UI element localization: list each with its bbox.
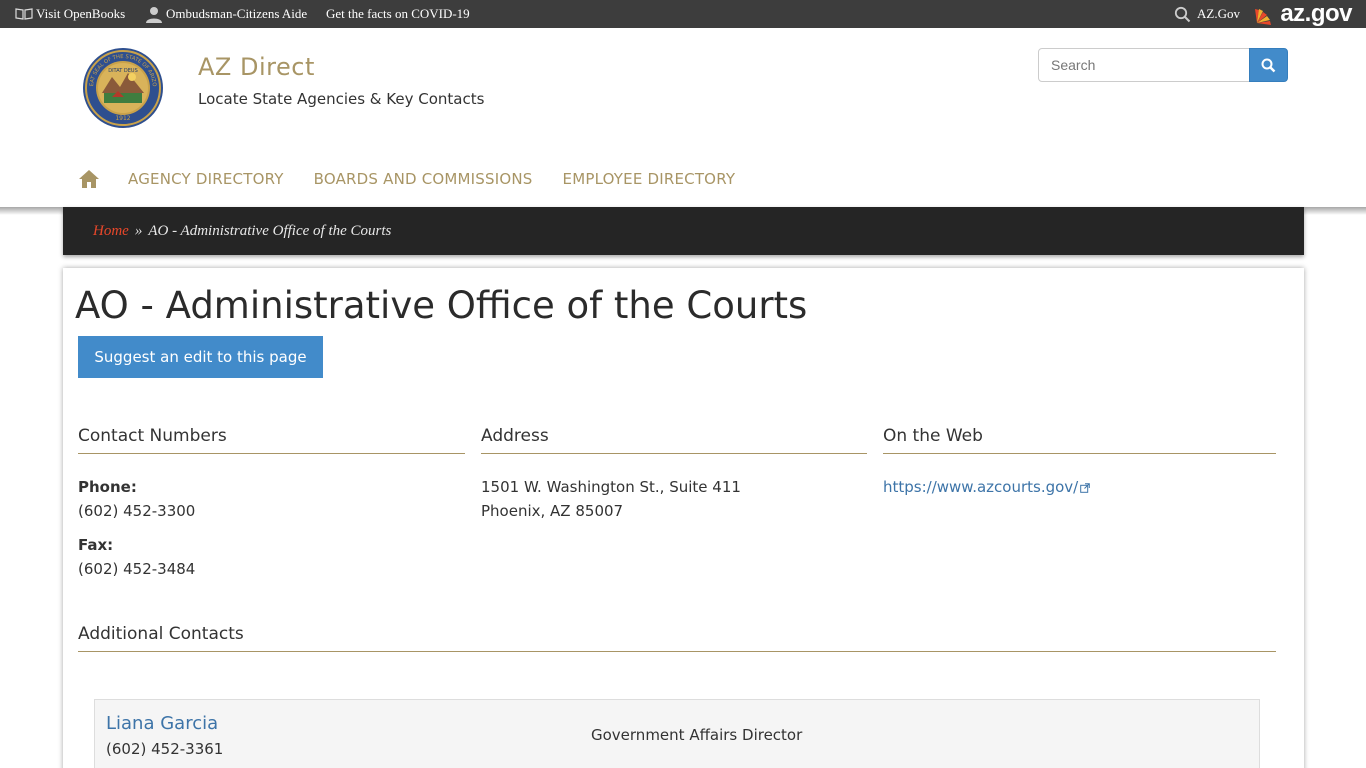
ombudsman-label: Ombudsman-Citizens Aide bbox=[166, 6, 308, 21]
address-line2: Phoenix, AZ 85007 bbox=[481, 502, 624, 520]
search-button[interactable] bbox=[1249, 48, 1288, 82]
site-header: DITAT DEUS 1912 GREAT SEAL OF THE STATE … bbox=[0, 28, 1366, 207]
contact-title: Government Affairs Director bbox=[591, 726, 803, 744]
breadcrumb-current: AO - Administrative Office of the Courts bbox=[148, 222, 392, 239]
external-link-icon bbox=[1080, 483, 1091, 493]
book-icon bbox=[15, 8, 33, 20]
azgov-logo[interactable]: az.gov bbox=[1255, 0, 1352, 28]
address-section: Address 1501 W. Washington St., Suite 41… bbox=[481, 426, 867, 523]
site-slogan: Locate State Agencies & Key Contacts bbox=[198, 90, 485, 108]
additional-contacts-heading: Additional Contacts bbox=[78, 624, 1276, 652]
site-title[interactable]: AZ Direct bbox=[198, 53, 315, 81]
phone-label: Phone: bbox=[78, 478, 137, 496]
page-title: AO - Administrative Office of the Courts bbox=[75, 284, 808, 327]
breadcrumb: Home » AO - Administrative Office of the… bbox=[63, 207, 1304, 255]
openbooks-link[interactable]: Visit OpenBooks bbox=[15, 0, 125, 28]
arizona-seal-icon[interactable]: DITAT DEUS 1912 GREAT SEAL OF THE STATE … bbox=[82, 47, 164, 129]
suggest-edit-button[interactable]: Suggest an edit to this page bbox=[78, 336, 323, 378]
main-nav: Agency Directory Boards and Commissions … bbox=[78, 163, 765, 195]
azgov-logo-text: az.gov bbox=[1280, 0, 1352, 27]
ombudsman-link[interactable]: Ombudsman-Citizens Aide bbox=[145, 0, 307, 28]
openbooks-label: Visit OpenBooks bbox=[36, 6, 126, 21]
home-icon bbox=[79, 170, 99, 188]
nav-boards-and-commissions[interactable]: Boards and Commissions bbox=[314, 170, 533, 188]
contact-card: Liana Garcia (602) 452-3361 Government A… bbox=[94, 699, 1260, 768]
contact-phone: (602) 452-3361 bbox=[106, 740, 224, 758]
seal-year: 1912 bbox=[115, 115, 130, 122]
seal-motto: DITAT DEUS bbox=[108, 68, 138, 74]
azgov-search-label: AZ.Gov bbox=[1197, 6, 1240, 21]
address-line1: 1501 W. Washington St., Suite 411 bbox=[481, 478, 741, 496]
person-icon bbox=[146, 7, 162, 23]
fax-value: (602) 452-3484 bbox=[78, 560, 196, 578]
covid-link[interactable]: Get the facts on COVID-19 bbox=[326, 0, 470, 28]
contact-name-link[interactable]: Liana Garcia bbox=[106, 713, 218, 734]
arizona-flag-icon bbox=[1255, 9, 1272, 25]
website-url: https://www.azcourts.gov/ bbox=[883, 478, 1079, 496]
fax-label: Fax: bbox=[78, 536, 114, 554]
search-icon bbox=[1261, 58, 1276, 72]
covid-label: Get the facts on COVID-19 bbox=[326, 6, 470, 21]
contact-numbers-heading: Contact Numbers bbox=[78, 426, 465, 454]
contact-numbers-section: Contact Numbers Phone: (602) 452-3300 Fa… bbox=[78, 426, 465, 581]
azgov-search-link[interactable]: AZ.Gov bbox=[1174, 0, 1240, 28]
nav-employee-directory[interactable]: Employee Directory bbox=[563, 170, 736, 188]
breadcrumb-home-link[interactable]: Home bbox=[93, 223, 129, 240]
search-input[interactable] bbox=[1038, 48, 1250, 82]
search-icon bbox=[1174, 6, 1191, 22]
web-heading: On the Web bbox=[883, 426, 1276, 454]
phone-value: (602) 452-3300 bbox=[78, 502, 196, 520]
address-heading: Address bbox=[481, 426, 867, 454]
nav-agency-directory[interactable]: Agency Directory bbox=[128, 170, 284, 188]
top-utility-bar: Visit OpenBooks Ombudsman-Citizens Aide … bbox=[0, 0, 1366, 28]
website-link[interactable]: https://www.azcourts.gov/ bbox=[883, 478, 1091, 496]
web-section: On the Web https://www.azcourts.gov/ bbox=[883, 426, 1276, 499]
breadcrumb-separator: » bbox=[134, 222, 143, 239]
main-content: AO - Administrative Office of the Courts… bbox=[63, 268, 1304, 768]
nav-home-link[interactable] bbox=[78, 169, 100, 189]
